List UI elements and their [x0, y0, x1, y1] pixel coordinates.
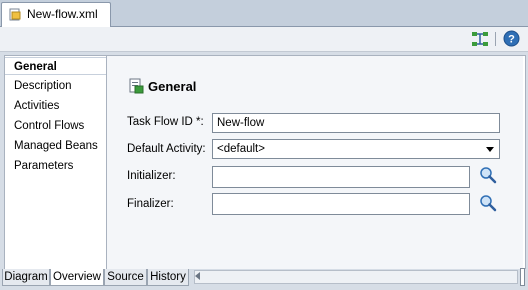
editor-tab[interactable]: New-flow.xml [1, 2, 111, 27]
finalizer-label: Finalizer: [127, 198, 174, 210]
nav-item-description[interactable]: Description [5, 77, 106, 95]
nav-item-control-flows[interactable]: Control Flows [5, 117, 106, 135]
toolbar [0, 27, 528, 52]
task-flow-id-input[interactable]: New-flow [212, 113, 500, 133]
horizontal-scrollbar[interactable] [194, 270, 518, 284]
default-activity-select[interactable]: <default> [212, 139, 500, 159]
editor-tab-label: New-flow.xml [27, 7, 98, 21]
xml-file-icon [9, 8, 22, 21]
initializer-input[interactable] [212, 166, 470, 188]
scrollbar-handle[interactable] [520, 268, 525, 286]
chevron-down-icon[interactable] [486, 147, 494, 152]
nav-item-managed-beans[interactable]: Managed Beans [5, 137, 106, 155]
tab-history[interactable]: History [147, 269, 189, 286]
overview-nav: General Description Activities Control F… [5, 56, 107, 269]
task-flow-icon[interactable] [471, 30, 489, 48]
tab-overview[interactable]: Overview [50, 269, 104, 286]
scroll-left-icon[interactable] [195, 272, 200, 280]
default-activity-label: Default Activity: [127, 143, 206, 155]
initializer-label: Initializer: [127, 170, 176, 182]
svg-text:?: ? [508, 34, 515, 46]
task-flow-id-label: Task Flow ID *: [127, 116, 204, 128]
nav-item-general[interactable]: General [5, 57, 106, 75]
nav-item-activities[interactable]: Activities [5, 97, 106, 115]
finalizer-input[interactable] [212, 193, 470, 215]
tab-diagram[interactable]: Diagram [2, 269, 50, 286]
search-icon[interactable] [479, 194, 497, 212]
help-icon[interactable]: ? [503, 30, 520, 47]
section-title: General [148, 79, 197, 94]
nav-item-parameters[interactable]: Parameters [5, 157, 106, 175]
default-activity-value: <default> [217, 143, 265, 155]
tab-source[interactable]: Source [104, 269, 147, 286]
search-icon[interactable] [479, 166, 497, 184]
toolbar-separator [495, 32, 496, 46]
general-section-icon [129, 78, 144, 94]
